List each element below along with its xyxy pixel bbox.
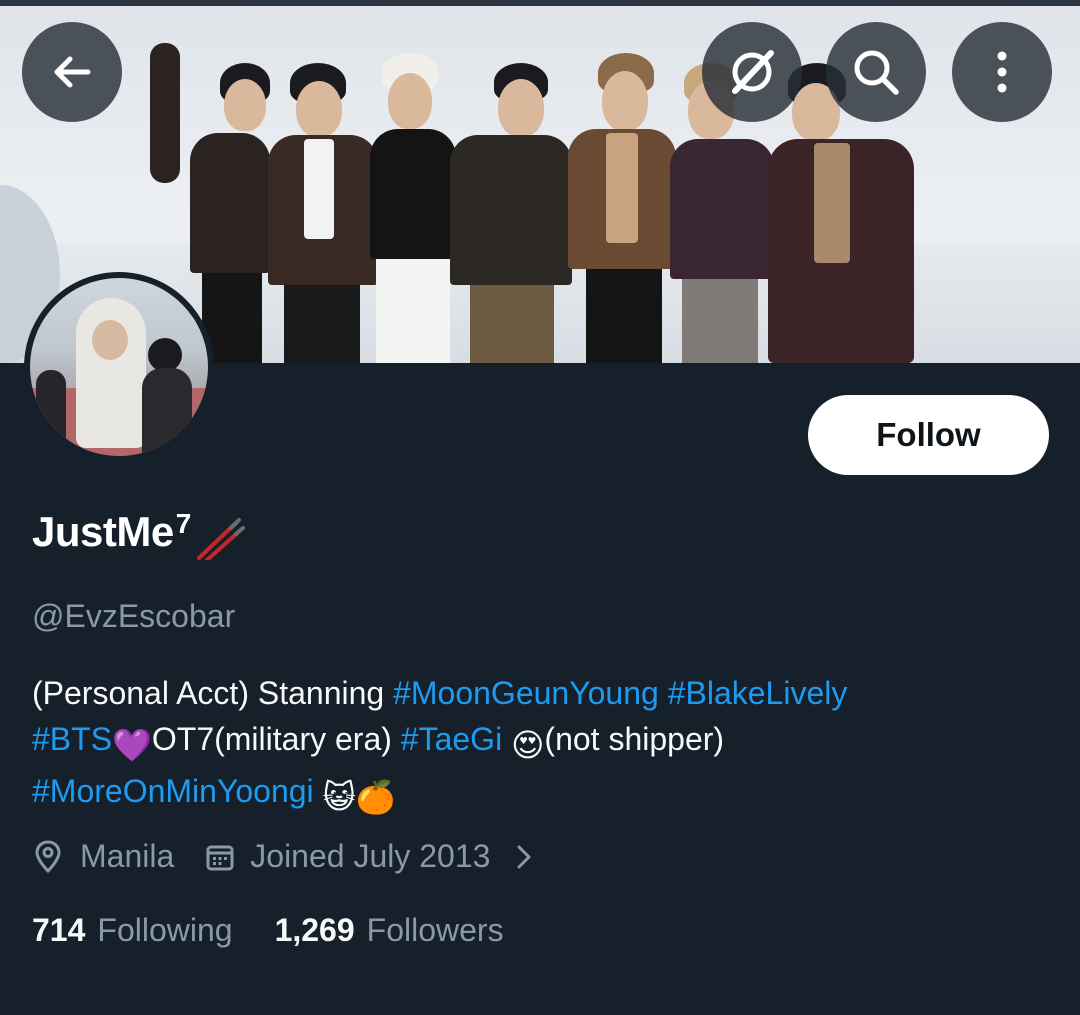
following-link[interactable]: 714 Following [32,912,233,949]
arrow-left-icon [54,56,91,88]
chopsticks-icon [196,518,245,560]
smiling-cat-emoji: 😺 [322,779,356,815]
hashtag-link[interactable]: #TaeGi [401,721,502,757]
follow-stats: 714 Following 1,269 Followers [32,912,504,949]
follow-button[interactable]: Follow [808,395,1049,475]
followers-count: 1,269 [274,912,355,948]
username-handle: @EvzEscobar [32,598,236,634]
banner-person-3 [370,53,460,363]
bio-text [659,675,668,711]
profile-avatar[interactable] [24,272,214,462]
followers-link[interactable]: 1,269 Followers [275,912,504,949]
bio-text: (not shipper) [544,721,725,757]
location-item: Manila [32,838,174,875]
hashtag-link[interactable]: #MoonGeunYoung [393,675,659,711]
grok-button[interactable] [702,22,802,122]
joined-item[interactable]: Joined July 2013 [204,838,536,875]
location-pin-icon [35,839,61,873]
banner-top-strip [0,0,1080,6]
bio-text: (Personal Acct) Stanning [32,675,394,711]
bio-text: OT7(military era) [151,721,401,757]
followers-label: Followers [366,912,504,948]
following-count: 714 [32,912,86,948]
hashtag-link[interactable]: #BTS [32,721,112,757]
following-label: Following [97,912,233,948]
tangerine-emoji: 🍊 [355,779,396,815]
chevron-right-icon [517,845,531,868]
display-name-text: JustMe [32,508,174,555]
more-options-button[interactable] [952,22,1052,122]
grok-icon [732,50,774,94]
purple-heart-emoji: 💜 [112,727,152,763]
search-icon [854,50,899,95]
location-text: Manila [80,838,175,874]
joined-date-text: Joined July 2013 [250,838,491,874]
avatar-image [30,278,208,456]
back-button[interactable] [22,22,122,122]
hashtag-link[interactable]: #BlakeLively [668,675,848,711]
calendar-icon [206,845,234,870]
search-button[interactable] [826,22,926,122]
more-vertical-icon [997,51,1007,93]
display-name: JustMe 7 [32,508,245,560]
profile-bio: (Personal Acct) Stanning #MoonGeunYoung … [32,670,1052,820]
banner-person-5 [568,53,678,363]
profile-meta: Manila Joined July 2013 [32,838,536,875]
heart-eyes-emoji: 😍 [511,727,545,763]
banner-person-4 [450,63,575,363]
display-name-superscript: 7 [175,508,192,539]
hashtag-link[interactable]: #MoreOnMinYoongi [32,773,314,809]
